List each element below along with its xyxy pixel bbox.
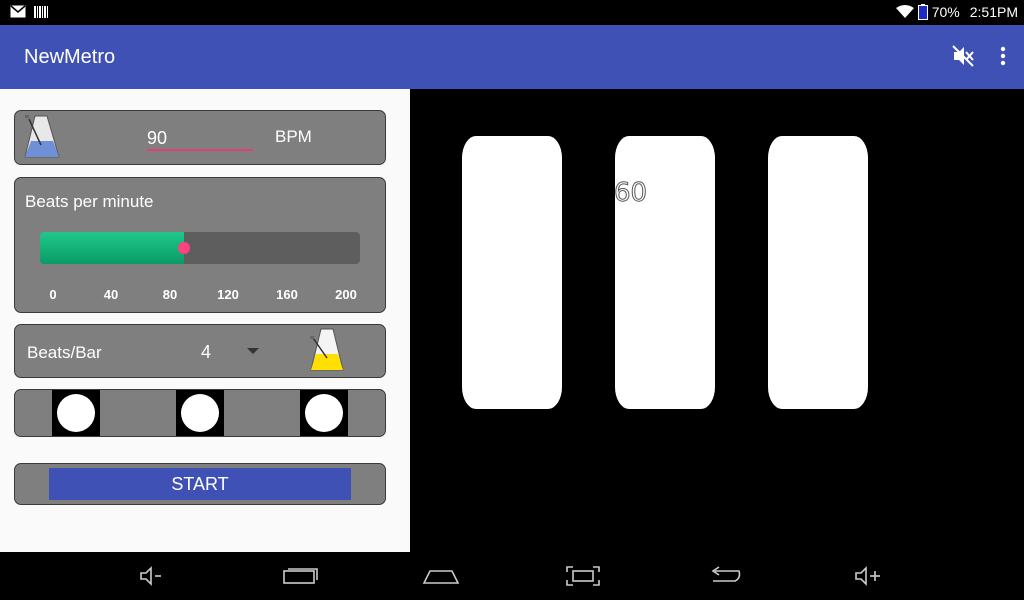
app-bar: NewMetro	[0, 25, 1024, 89]
beat-dot	[181, 394, 219, 432]
beat-indicator	[176, 390, 224, 436]
beats-per-bar-dropdown[interactable]: 4	[201, 342, 211, 363]
slider-title: Beats per minute	[25, 192, 154, 211]
slider-tick: 80	[162, 287, 178, 302]
slider-tick: 200	[335, 287, 357, 302]
email-icon	[10, 5, 26, 18]
barcode-icon	[34, 6, 48, 18]
beat-indicator	[300, 390, 348, 436]
bpm-card: 90 BPM	[14, 110, 386, 165]
recent-apps-icon	[283, 568, 318, 584]
slider-tick: 40	[103, 287, 119, 302]
beats-per-bar-card: Beats/Bar 4	[14, 324, 386, 378]
back-icon	[711, 566, 741, 582]
home-icon	[422, 570, 460, 584]
bpm-input[interactable]: 90	[147, 127, 253, 151]
status-bar: 70% 2:51PM	[0, 0, 1024, 25]
slider-fill	[40, 232, 184, 264]
home-button[interactable]	[421, 564, 461, 588]
back-button[interactable]	[705, 564, 745, 588]
slider-thumb[interactable]	[178, 242, 190, 254]
start-card: START	[14, 463, 386, 505]
more-vert-icon[interactable]	[1000, 46, 1006, 66]
app-title: NewMetro	[24, 46, 116, 68]
metronome-icon	[24, 115, 60, 158]
beat-pillar	[768, 136, 868, 409]
bpm-slider[interactable]	[40, 232, 360, 264]
volume-up-button[interactable]	[849, 564, 889, 588]
battery-percent: 70%	[931, 4, 960, 20]
beat-pillar	[615, 136, 715, 409]
metronome-yellow-icon	[310, 328, 344, 371]
screenshot-icon	[566, 566, 600, 586]
beats-per-bar-label: Beats/Bar	[27, 343, 102, 362]
start-button[interactable]: START	[49, 468, 351, 500]
beat-indicator-card	[14, 389, 386, 437]
volume-up-icon	[855, 566, 880, 586]
screenshot-button[interactable]	[563, 564, 603, 588]
mute-icon[interactable]	[952, 45, 974, 67]
recents-button[interactable]	[280, 564, 320, 588]
volume-down-button[interactable]	[132, 564, 172, 588]
bpm-slider-card: Beats per minute 0 40 80 120 160 200	[14, 177, 386, 313]
slider-tick: 120	[217, 287, 239, 302]
beat-dot	[305, 394, 343, 432]
chevron-down-icon[interactable]	[247, 348, 259, 354]
wifi-icon	[895, 5, 914, 18]
volume-down-icon	[140, 566, 161, 586]
navigation-bar	[0, 552, 1024, 600]
beat-pillar	[462, 136, 562, 409]
slider-tick: 0	[49, 287, 57, 302]
beat-dot	[57, 394, 95, 432]
control-panel: 90 BPM Beats per minute 0 40 80 120 160 …	[0, 89, 410, 552]
clock: 2:51PM	[969, 4, 1018, 20]
slider-tick: 160	[276, 287, 298, 302]
bpm-unit-label: BPM	[275, 127, 312, 146]
beat-number: 60	[613, 178, 648, 209]
battery-icon	[917, 4, 928, 20]
beat-indicator	[52, 390, 100, 436]
